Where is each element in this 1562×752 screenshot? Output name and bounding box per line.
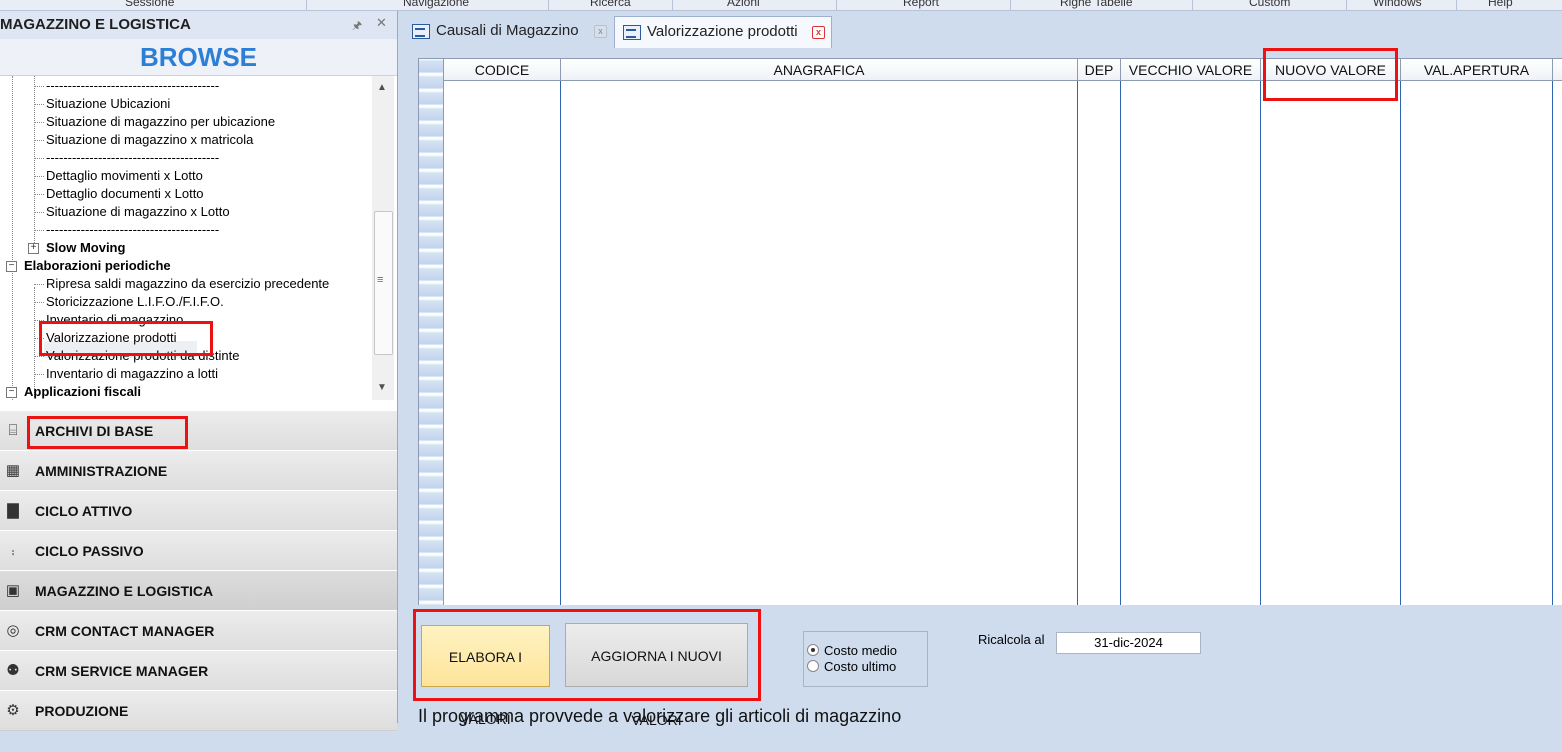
cart-icon: ⨾ xyxy=(11,542,15,559)
elabora-valori-button[interactable]: ELABORA I VALORI xyxy=(421,625,550,727)
menu-custom[interactable]: Custom xyxy=(1249,0,1290,9)
menu-sessione[interactable]: Sessione xyxy=(125,0,174,9)
col-header-overflow xyxy=(1553,59,1562,81)
tree-item-situazione-per-ubicazione[interactable]: Situazione di magazzino per ubicazione xyxy=(34,113,275,131)
left-panel: MAGAZZINO E LOGISTICA 🖈 ✕ BROWSE -------… xyxy=(0,11,398,731)
col-header-codice[interactable]: CODICE xyxy=(444,59,561,81)
nav-amministrazione[interactable]: ▦ AMMINISTRAZIONE xyxy=(0,450,397,491)
tree-item-valorizzazione-distinte[interactable]: Valorizzazione prodotti da distinte xyxy=(34,347,239,365)
tab-causali-di-magazzino[interactable]: Causali di Magazzino x xyxy=(404,16,610,46)
col-anagrafica[interactable] xyxy=(561,81,1078,606)
tab-close-icon[interactable]: x xyxy=(812,26,825,39)
menu-righe-tabelle[interactable]: Righe Tabelle xyxy=(1060,0,1133,9)
tree-item-inventario[interactable]: Inventario di magazzino xyxy=(34,311,183,329)
col-header-vecchio-valore[interactable]: VECCHIO VALORE xyxy=(1121,59,1261,81)
nav-produzione[interactable]: ⚙ PRODUZIONE xyxy=(0,690,397,731)
tree-item-valorizzazione-prodotti[interactable]: Valorizzazione prodotti xyxy=(34,329,177,347)
tree-item-dettaglio-documenti-lotto[interactable]: Dettaglio documenti x Lotto xyxy=(34,185,204,203)
users-icon: ⚉ xyxy=(6,662,20,679)
col-header-dep[interactable]: DEP xyxy=(1078,59,1121,81)
radio-costo-medio[interactable]: Costo medio xyxy=(807,643,897,659)
menu-ricerca[interactable]: Ricerca xyxy=(590,0,631,9)
tree-item-situazione-x-matricola[interactable]: Situazione di magazzino x matricola xyxy=(34,131,253,149)
tree-item-storicizzazione[interactable]: Storicizzazione L.I.F.O./F.I.F.O. xyxy=(34,293,224,311)
col-header-val-apertura[interactable]: VAL.APERTURA xyxy=(1401,59,1553,81)
ricalcola-label: Ricalcola al xyxy=(978,632,1045,647)
actions-panel: ELABORA I VALORI AGGIORNA I NUOVI VALORI… xyxy=(398,605,1562,728)
nav-ciclo-passivo[interactable]: ⨾ CICLO PASSIVO xyxy=(0,530,397,571)
panel-header: MAGAZZINO E LOGISTICA 🖈 ✕ xyxy=(0,11,397,39)
tree-item-ripresa-saldi[interactable]: Ripresa saldi magazzino da esercizio pre… xyxy=(34,275,329,293)
nav-crm-service-manager[interactable]: ⚉ CRM SERVICE MANAGER xyxy=(0,650,397,691)
form-icon xyxy=(623,25,641,40)
menubar: Sessione Navigazione Ricerca Azioni Repo… xyxy=(0,0,1562,11)
col-vecchio-valore[interactable] xyxy=(1121,81,1261,606)
grip-icon: ≡ xyxy=(377,274,384,286)
col-header-nuovo-valore[interactable]: NUOVO VALORE xyxy=(1261,59,1401,81)
menu-windows[interactable]: Windows xyxy=(1373,0,1422,9)
radio-costo-ultimo[interactable]: Costo ultimo xyxy=(807,659,896,675)
module-nav: ⌸ ARCHIVI DI BASE ▦ AMMINISTRAZIONE ▇ CI… xyxy=(0,410,397,731)
nav-ciclo-attivo[interactable]: ▇ CICLO ATTIVO xyxy=(0,490,397,531)
form-icon xyxy=(412,24,430,39)
nav-magazzino-e-logistica[interactable]: ▣ MAGAZZINO E LOGISTICA xyxy=(0,570,397,611)
ricalcola-date-field[interactable]: 31-dic-2024 xyxy=(1056,632,1201,654)
row-header-column[interactable] xyxy=(419,59,444,606)
col-header-anagrafica[interactable]: ANAGRAFICA xyxy=(561,59,1078,81)
calculator-icon: ▦ xyxy=(5,462,21,479)
tab-close-icon[interactable]: x xyxy=(594,25,607,38)
nav-archivi-di-base[interactable]: ⌸ ARCHIVI DI BASE xyxy=(0,410,397,451)
tree-scrollbar[interactable]: ▲ ≡ ▼ xyxy=(372,76,394,400)
tree-node-applicazioni-fiscali[interactable]: Applicazioni fiscali xyxy=(24,383,141,400)
tab-valorizzazione-prodotti[interactable]: Valorizzazione prodotti x xyxy=(614,16,832,48)
globe-icon: ◎ xyxy=(6,622,20,639)
tree-item-inventario-lotti[interactable]: Inventario di magazzino a lotti xyxy=(34,365,218,383)
description-text: Il programma provvede a valorizzare gli … xyxy=(418,706,902,726)
tree-node-elaborazioni-periodiche[interactable]: Elaborazioni periodiche xyxy=(24,257,171,275)
tree-separator: ---------------------------------------- xyxy=(34,221,219,239)
menu-report[interactable]: Report xyxy=(903,0,939,9)
menu-azioni[interactable]: Azioni xyxy=(727,0,760,9)
tree-item-situazione-x-lotto[interactable]: Situazione di magazzino x Lotto xyxy=(34,203,230,221)
browse-title: BROWSE xyxy=(0,39,397,76)
tree-item-dettaglio-movimenti-lotto[interactable]: Dettaglio movimenti x Lotto xyxy=(34,167,203,185)
col-codice[interactable] xyxy=(444,81,561,606)
collapse-icon[interactable]: − xyxy=(6,261,17,272)
nav-crm-contact-manager[interactable]: ◎ CRM CONTACT MANAGER xyxy=(0,610,397,651)
expand-icon[interactable]: + xyxy=(28,243,39,254)
radio-unchecked-icon xyxy=(807,660,819,672)
tree-node-slow-moving[interactable]: Slow Moving xyxy=(46,239,125,257)
radio-checked-icon xyxy=(807,644,819,656)
gear-icon: ⚙ xyxy=(6,702,20,719)
col-dep[interactable] xyxy=(1078,81,1121,606)
tree-separator: ---------------------------------------- xyxy=(34,149,219,167)
cost-method-group: Costo medio Costo ultimo xyxy=(803,631,928,687)
menu-help[interactable]: Help xyxy=(1488,0,1513,9)
scroll-up-icon[interactable]: ▲ xyxy=(377,82,387,93)
aggiorna-nuovi-valori-button[interactable]: AGGIORNA I NUOVI VALORI xyxy=(565,623,748,728)
col-val-apertura[interactable] xyxy=(1401,81,1553,606)
bar-chart-icon: ▇ xyxy=(7,502,19,519)
menu-navigazione[interactable]: Navigazione xyxy=(403,0,469,9)
tree-separator: ---------------------------------------- xyxy=(34,77,219,95)
scroll-down-icon[interactable]: ▼ xyxy=(377,382,387,393)
tree-item-situazione-ubicazioni[interactable]: Situazione Ubicazioni xyxy=(34,95,170,113)
server-icon: ⌸ xyxy=(8,422,18,439)
col-nuovo-valore[interactable] xyxy=(1261,81,1401,606)
forklift-icon: ▣ xyxy=(5,582,21,599)
panel-title: MAGAZZINO E LOGISTICA xyxy=(0,16,191,33)
main-area: Causali di Magazzino x Valorizzazione pr… xyxy=(398,11,1562,728)
collapse-icon[interactable]: − xyxy=(6,387,17,398)
values-grid[interactable]: CODICE ANAGRAFICA DEP VECCHIO VALORE NUO… xyxy=(418,58,1562,607)
close-icon[interactable]: ✕ xyxy=(376,15,387,31)
menu-tree: ----------------------------------------… xyxy=(0,76,372,400)
pin-icon[interactable]: 🖈 xyxy=(352,17,362,36)
